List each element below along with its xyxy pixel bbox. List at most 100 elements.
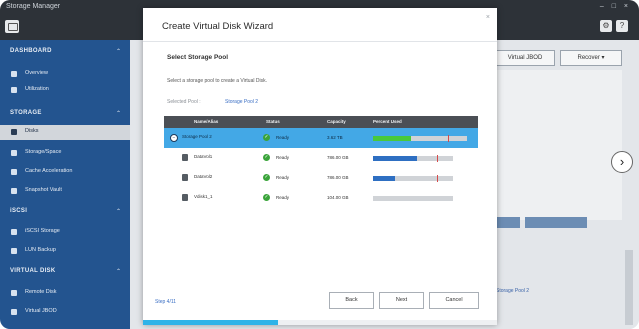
wizard-progress-fill [143,320,278,325]
background-panel [495,70,622,220]
column-header-status[interactable]: Status [266,119,280,124]
app-title: Storage Manager [6,3,61,10]
divider [143,41,497,42]
check-circle-icon: ✓ [263,174,270,181]
usage-bar-fill [373,176,395,181]
status-text: Ready [276,175,290,180]
sidebar-item-storage-space[interactable]: Storage/Space [0,146,130,161]
sidebar-item-virtual-jbod[interactable]: Virtual JBOD [0,305,130,320]
dialog-title: Create Virtual Disk Wizard [162,21,274,32]
sidebar-item-label: Cache Acceleration [25,168,73,174]
sidebar-item-label: Utilization [25,86,49,92]
sidebar-item-disks[interactable]: Disks [0,125,130,140]
sidebar-item-cache[interactable]: Cache Acceleration [0,165,130,180]
threshold-marker [437,175,438,182]
sidebar-section-virtual-disk[interactable]: VIRTUAL DISK [10,268,56,274]
chevron-right-icon[interactable]: › [611,151,633,173]
sidebar-item-label: iSCSI Storage [25,228,60,234]
capacity-value: 3.62 TB [327,135,343,140]
sidebar-item-label: Disks [25,128,39,134]
column-header-percent-used[interactable]: Percent Used [373,119,402,124]
volume-icon [182,194,188,201]
threshold-marker [437,155,438,162]
sidebar: DASHBOARD ⌃ Overview Utilization STORAGE… [0,40,130,329]
column-header-name[interactable]: Name/Alias [194,119,218,124]
step-indicator: Step 4/11 [155,299,177,305]
pool-name: DataVol2 [194,174,213,179]
threshold-marker [448,135,449,142]
table-row[interactable]: Vdisk1_1 ✓ Ready 104.00 GB [164,188,478,208]
menu-icon[interactable] [5,20,19,33]
sidebar-item-label: Snapshot Vault [25,187,62,193]
status-text: Ready [276,155,290,160]
virtual-jbod-button[interactable]: Virtual JBOD [495,50,555,66]
cache-icon [11,169,17,175]
background-toolbar-button[interactable] [525,217,587,228]
sidebar-item-iscsi-storage[interactable]: iSCSI Storage [0,225,130,240]
status-text: Ready [276,135,290,140]
status-text: Ready [276,195,290,200]
usage-bar-fill [373,156,417,161]
column-header-capacity[interactable]: Capacity [327,119,346,124]
volume-icon [182,154,188,161]
next-button[interactable]: Next [379,292,424,309]
usage-bar [373,196,453,201]
pool-name: Storage Pool 2 [182,134,212,139]
table-row[interactable]: DataVol1 ✓ Ready 786.00 GB [164,148,478,168]
check-circle-icon: ✓ [263,154,270,161]
snapshot-icon [11,188,17,194]
usage-bar [373,135,467,142]
collapse-icon[interactable]: − [170,134,178,142]
pool-name: DataVol1 [194,154,213,159]
check-circle-icon: ✓ [263,194,270,201]
cancel-button[interactable]: Cancel [429,292,479,309]
help-icon[interactable]: ? [616,20,628,32]
chevron-up-icon[interactable]: ⌃ [116,208,121,215]
sidebar-item-label: LUN Backup [25,247,56,253]
iscsi-icon [11,229,17,235]
sidebar-section-dashboard[interactable]: DASHBOARD [10,48,52,54]
remote-disk-icon [11,290,17,296]
instruction-text: Select a storage pool to create a Virtua… [167,78,267,84]
sidebar-item-snapshot[interactable]: Snapshot Vault [0,184,130,199]
capacity-value: 786.00 GB [327,175,349,180]
table-row[interactable]: DataVol2 ✓ Ready 786.00 GB [164,168,478,188]
chevron-up-icon[interactable]: ⌃ [116,110,121,117]
capacity-value: 104.00 GB [327,195,349,200]
sidebar-item-lun-backup[interactable]: LUN Backup [0,244,130,259]
overview-icon [11,71,17,77]
pool-name: Vdisk1_1 [194,194,213,199]
app-window: Storage Manager – □ × ⚙ ? DASHBOARD ⌃ Ov… [0,0,639,329]
table-header: Name/Alias Status Capacity Percent Used [164,116,478,128]
capacity-value: 786.00 GB [327,155,349,160]
step-heading: Select Storage Pool [167,54,229,61]
window-controls[interactable]: – □ × [600,3,631,10]
selected-pool-label: Selected Pool : [167,99,201,105]
chevron-up-icon[interactable]: ⌃ [116,268,121,275]
sidebar-section-storage[interactable]: STORAGE [10,110,42,116]
sidebar-item-overview[interactable]: Overview [0,67,130,82]
create-virtual-disk-dialog: Create Virtual Disk Wizard × Select Stor… [143,8,497,325]
recover-button[interactable]: Recover ▾ [560,50,622,66]
sidebar-item-label: Remote Disk [25,289,57,295]
sidebar-item-remote-disk[interactable]: Remote Disk [0,286,130,301]
background-toolbar-button[interactable] [495,217,520,228]
storage-icon [11,150,17,156]
utilization-icon [11,87,17,93]
selected-pool-value: Storage Pool 2 [225,99,259,105]
sidebar-item-utilization[interactable]: Utilization [0,83,130,98]
table-row[interactable]: − Storage Pool 2 ✓ Ready 3.62 TB [164,128,478,148]
disk-icon [11,129,17,135]
check-circle-icon: ✓ [263,134,270,141]
background-pool-link[interactable]: Storage Pool 2 [496,288,529,294]
gear-icon[interactable]: ⚙ [600,20,612,32]
usage-bar [373,155,453,162]
sidebar-section-iscsi[interactable]: iSCSI [10,208,27,214]
scrollbar[interactable] [625,250,633,325]
backup-icon [11,248,17,254]
close-icon[interactable]: × [486,14,490,21]
back-button[interactable]: Back [329,292,374,309]
chevron-up-icon[interactable]: ⌃ [116,48,121,55]
sidebar-item-label: Virtual JBOD [25,308,57,314]
usage-bar [373,175,453,182]
